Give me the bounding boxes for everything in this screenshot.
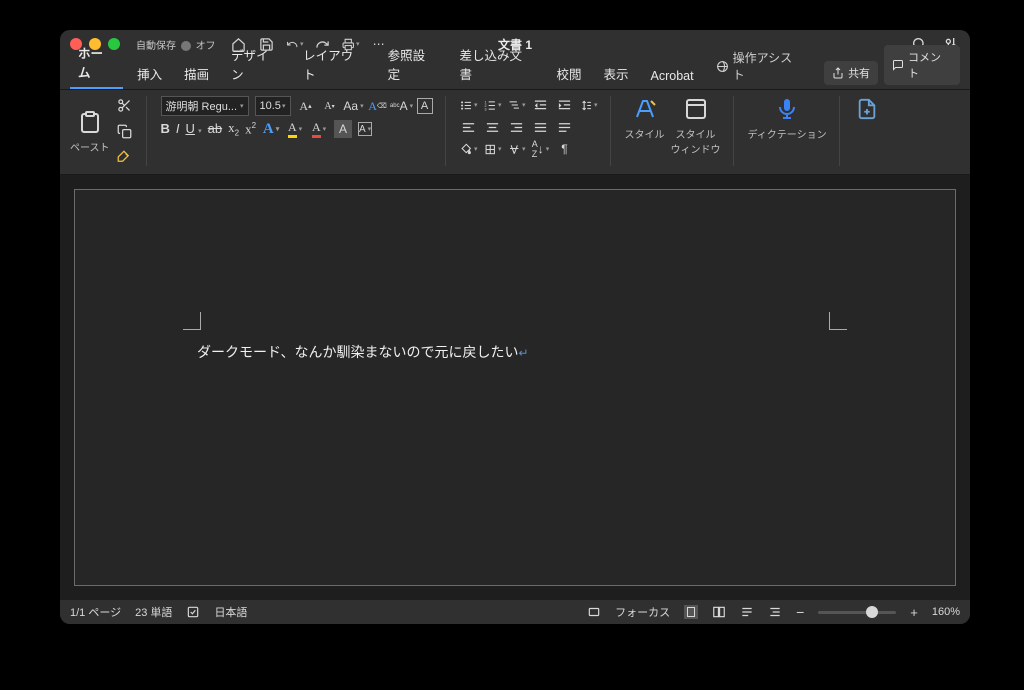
paste-label: ペースト bbox=[70, 139, 110, 154]
tab-design[interactable]: デザイン bbox=[223, 39, 289, 89]
bold-button[interactable]: B bbox=[161, 121, 170, 137]
svg-text:3: 3 bbox=[484, 107, 486, 111]
autosave-label: 自動保存 オフ bbox=[136, 37, 216, 52]
align-center-icon[interactable] bbox=[484, 118, 502, 136]
comments-button[interactable]: コメント bbox=[884, 45, 960, 85]
paste-icon[interactable] bbox=[77, 109, 103, 135]
justify-icon[interactable] bbox=[532, 118, 550, 136]
styles-group: スタイル スタイル ウィンドウ bbox=[625, 96, 734, 166]
distributed-icon[interactable] bbox=[556, 118, 574, 136]
text-effects-icon[interactable]: A bbox=[262, 120, 280, 138]
paragraph-mark-icon: ↵ bbox=[518, 346, 528, 360]
superscript-button[interactable]: x2 bbox=[245, 121, 256, 137]
zoom-slider[interactable] bbox=[818, 611, 896, 614]
font-color-icon[interactable]: A bbox=[310, 120, 328, 138]
page-count[interactable]: 1/1 ページ bbox=[70, 604, 121, 620]
statusbar: 1/1 ページ 23 単語 日本語 フォーカス − + 160% bbox=[60, 600, 970, 624]
sort-icon[interactable]: AZ↓ bbox=[532, 140, 550, 158]
change-case-icon[interactable]: Aa bbox=[345, 97, 363, 115]
view-outline-icon[interactable] bbox=[768, 605, 782, 619]
view-read-icon[interactable] bbox=[712, 605, 726, 619]
enclose-char-icon[interactable]: A bbox=[417, 98, 433, 114]
copy-icon[interactable] bbox=[116, 122, 134, 140]
font-family-select[interactable]: 游明朝 Regu... bbox=[161, 96, 249, 116]
tab-view[interactable]: 表示 bbox=[596, 58, 637, 89]
ribbon-tabs: ホーム 挿入 描画 デザイン レイアウト 参照設定 差し込み文書 校閲 表示 A… bbox=[60, 58, 970, 90]
focus-icon[interactable] bbox=[587, 605, 601, 619]
font-group: 游明朝 Regu... 10.5 A▴ A▾ Aa A⌫ abcA A B I … bbox=[161, 96, 446, 166]
font-size-select[interactable]: 10.5 bbox=[255, 96, 291, 116]
subscript-button[interactable]: x2 bbox=[228, 120, 239, 138]
styles-window-label: スタイル ウィンドウ bbox=[671, 126, 721, 156]
ribbon: ペースト 游明朝 Regu... 10.5 A▴ A▾ Aa A⌫ abcA A bbox=[60, 90, 970, 175]
clear-format-icon[interactable]: A⌫ bbox=[369, 97, 387, 115]
format-painter-icon[interactable] bbox=[116, 148, 134, 166]
zoom-level[interactable]: 160% bbox=[932, 606, 960, 618]
tell-me[interactable]: 操作アシスト bbox=[708, 43, 812, 89]
underline-button[interactable]: U ▾ bbox=[186, 121, 202, 137]
bullets-icon[interactable] bbox=[460, 96, 478, 114]
share-button[interactable]: 共有 bbox=[824, 61, 878, 85]
word-count[interactable]: 23 単語 bbox=[135, 604, 172, 620]
italic-button[interactable]: I bbox=[176, 121, 180, 137]
tab-draw[interactable]: 描画 bbox=[176, 58, 217, 89]
highlight-icon[interactable]: A bbox=[286, 120, 304, 138]
char-border-icon[interactable]: A bbox=[358, 122, 372, 136]
page[interactable]: ダークモード、なんか馴染まないので元に戻したい↵ bbox=[74, 189, 956, 586]
strikethrough-button[interactable]: ab bbox=[208, 121, 222, 137]
dictation-icon[interactable] bbox=[774, 96, 800, 122]
styles-icon[interactable] bbox=[632, 96, 658, 122]
increase-indent-icon[interactable] bbox=[556, 96, 574, 114]
autosave-toggle[interactable] bbox=[181, 41, 191, 51]
numbering-icon[interactable]: 123 bbox=[484, 96, 502, 114]
decrease-indent-icon[interactable] bbox=[532, 96, 550, 114]
styles-window-icon[interactable] bbox=[683, 96, 709, 122]
align-right-icon[interactable] bbox=[508, 118, 526, 136]
share-file-icon[interactable] bbox=[854, 96, 880, 122]
zoom-in-button[interactable]: + bbox=[910, 605, 918, 620]
app-window: 自動保存 オフ ⋯ 文書 1 ホーム 挿入 描画 デザイン レイアウト 参照設定… bbox=[60, 30, 970, 624]
focus-label[interactable]: フォーカス bbox=[615, 604, 670, 620]
document-body-text[interactable]: ダークモード、なんか馴染まないので元に戻したい↵ bbox=[197, 342, 529, 362]
tab-layout[interactable]: レイアウト bbox=[295, 39, 373, 89]
addins-group bbox=[854, 96, 892, 166]
cut-icon[interactable] bbox=[116, 96, 134, 114]
margin-corner-tr bbox=[829, 312, 847, 330]
voice-group: ディクテーション bbox=[748, 96, 840, 166]
align-left-icon[interactable] bbox=[460, 118, 478, 136]
multilevel-list-icon[interactable] bbox=[508, 96, 526, 114]
shading-icon[interactable] bbox=[460, 140, 478, 158]
shrink-font-icon[interactable]: A▾ bbox=[321, 97, 339, 115]
asian-layout-icon[interactable] bbox=[508, 140, 526, 158]
language-label[interactable]: 日本語 bbox=[214, 604, 247, 620]
zoom-out-button[interactable]: − bbox=[796, 604, 804, 620]
spellcheck-icon[interactable] bbox=[186, 605, 200, 619]
char-shading-icon[interactable]: A bbox=[334, 120, 352, 138]
document-title: 文書 1 bbox=[498, 36, 532, 53]
document-area: ダークモード、なんか馴染まないので元に戻したい↵ bbox=[60, 175, 970, 600]
tab-home[interactable]: ホーム bbox=[70, 37, 123, 89]
clipboard-group: ペースト bbox=[70, 96, 147, 166]
margin-corner-tl bbox=[183, 312, 201, 330]
borders-icon[interactable] bbox=[484, 140, 502, 158]
paragraph-group: 123 AZ↓ ¶ bbox=[460, 96, 611, 166]
tab-insert[interactable]: 挿入 bbox=[129, 58, 170, 89]
view-web-icon[interactable] bbox=[740, 605, 754, 619]
line-spacing-icon[interactable] bbox=[580, 96, 598, 114]
view-print-icon[interactable] bbox=[684, 605, 698, 619]
tab-acrobat[interactable]: Acrobat bbox=[643, 63, 702, 89]
grow-font-icon[interactable]: A▴ bbox=[297, 97, 315, 115]
dictation-label: ディクテーション bbox=[748, 126, 827, 141]
tab-references[interactable]: 参照設定 bbox=[380, 39, 446, 89]
phonetic-guide-icon[interactable]: abcA bbox=[393, 97, 411, 115]
styles-label: スタイル bbox=[625, 126, 665, 141]
tab-review[interactable]: 校閲 bbox=[549, 58, 590, 89]
show-marks-icon[interactable]: ¶ bbox=[556, 140, 574, 158]
